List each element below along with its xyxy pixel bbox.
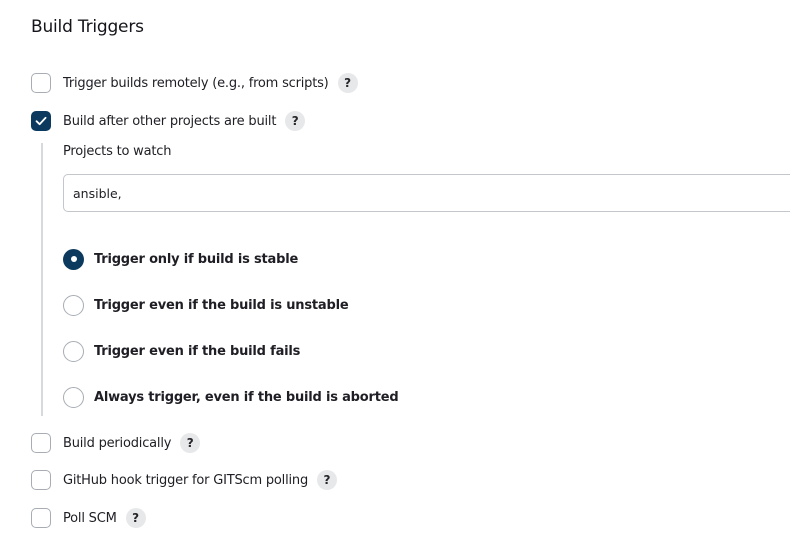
radio-aborted[interactable] [63,386,84,408]
section-title: Build Triggers [31,17,144,37]
help-icon[interactable]: ? [337,73,358,93]
help-icon[interactable]: ? [180,433,201,453]
trigger-remote-checkbox[interactable] [31,73,51,93]
radio-selected-dot [70,256,77,262]
radio-stable[interactable] [63,248,84,270]
radio-unstable[interactable] [63,294,84,316]
help-icon[interactable]: ? [125,508,146,528]
radio-unstable-label[interactable]: Trigger even if the build is unstable [94,298,349,313]
poll-scm-checkbox[interactable] [31,508,51,528]
checkmark-icon [35,116,47,126]
projects-to-watch-label: Projects to watch [63,144,172,159]
trigger-remote-label[interactable]: Trigger builds remotely (e.g., from scri… [63,76,329,91]
build-periodically-row[interactable]: Build periodically ? [31,432,201,454]
radio-fails[interactable] [63,340,84,362]
github-hook-trigger-label[interactable]: GitHub hook trigger for GITScm polling [63,473,308,488]
poll-scm-row[interactable]: Poll SCM ? [31,507,146,529]
trigger-remote-row[interactable]: Trigger builds remotely (e.g., from scri… [31,72,358,94]
radio-fails-label[interactable]: Trigger even if the build fails [94,344,300,359]
trigger-condition-option[interactable]: Always trigger, even if the build is abo… [63,386,399,408]
build-after-other-projects-checkbox[interactable] [31,111,51,131]
github-hook-trigger-checkbox[interactable] [31,470,51,490]
poll-scm-label[interactable]: Poll SCM [63,511,117,526]
nested-section-indicator [41,143,43,416]
help-icon[interactable]: ? [285,111,306,131]
build-periodically-label[interactable]: Build periodically [63,436,171,451]
build-after-other-projects-row[interactable]: Build after other projects are built ? [31,110,306,132]
github-hook-trigger-row[interactable]: GitHub hook trigger for GITScm polling ? [31,469,338,491]
trigger-condition-option[interactable]: Trigger even if the build is unstable [63,294,349,316]
build-triggers-panel: Build Triggers Trigger builds remotely (… [0,0,790,537]
radio-stable-label[interactable]: Trigger only if build is stable [94,252,298,267]
trigger-condition-option[interactable]: Trigger even if the build fails [63,340,300,362]
help-icon[interactable]: ? [317,470,338,490]
build-after-other-projects-label[interactable]: Build after other projects are built [63,114,276,129]
trigger-condition-option[interactable]: Trigger only if build is stable [63,248,298,270]
projects-to-watch-input[interactable] [63,174,790,212]
radio-aborted-label[interactable]: Always trigger, even if the build is abo… [94,390,399,405]
build-periodically-checkbox[interactable] [31,433,51,453]
